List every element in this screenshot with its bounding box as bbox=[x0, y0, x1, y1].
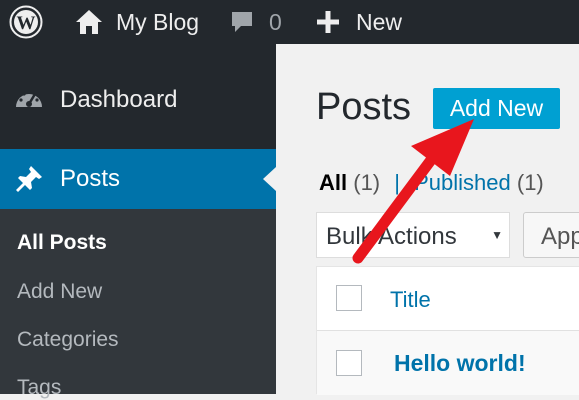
home-icon bbox=[74, 8, 104, 36]
post-title-link[interactable]: Hello world! bbox=[394, 350, 526, 377]
site-name: My Blog bbox=[116, 8, 200, 35]
view-all-count: (1) bbox=[353, 170, 381, 195]
column-title-header[interactable]: Title bbox=[390, 287, 431, 313]
bulk-actions-value: Bulk Actions bbox=[326, 223, 457, 250]
sidebar-item-posts[interactable]: Posts bbox=[0, 149, 276, 209]
post-status-views: All (1) | Published (1) bbox=[319, 170, 544, 196]
posts-table: Title Hello world! bbox=[316, 266, 579, 395]
submenu-item-tags[interactable]: Tags bbox=[17, 376, 61, 400]
pin-icon bbox=[13, 163, 45, 195]
comments-link[interactable]: 0 bbox=[229, 0, 282, 44]
site-name-link[interactable]: My Blog bbox=[74, 0, 199, 44]
plus-icon bbox=[316, 10, 340, 34]
page-title: Posts bbox=[316, 86, 412, 128]
bulk-actions-select[interactable]: Bulk Actions ▼ bbox=[316, 212, 510, 258]
sidebar-item-dashboard[interactable]: Dashboard bbox=[0, 74, 276, 126]
new-content-button[interactable]: New bbox=[316, 0, 402, 44]
wordpress-logo-icon: W bbox=[9, 5, 43, 39]
comments-count: 0 bbox=[269, 8, 282, 35]
admin-bar: W My Blog 0 New bbox=[0, 0, 579, 44]
submenu-item-add-new[interactable]: Add New bbox=[17, 280, 102, 304]
add-new-button[interactable]: Add New bbox=[433, 88, 560, 129]
view-all-link[interactable]: All bbox=[319, 170, 347, 195]
dashboard-icon bbox=[13, 84, 45, 116]
view-published-link[interactable]: Published bbox=[414, 170, 511, 195]
current-menu-pointer bbox=[263, 167, 276, 191]
posts-submenu: All Posts Add New Categories Tags bbox=[0, 209, 276, 399]
row-checkbox[interactable] bbox=[336, 350, 362, 376]
submenu-item-all-posts[interactable]: All Posts bbox=[17, 231, 107, 255]
select-caret-icon: ▼ bbox=[491, 228, 503, 242]
new-label: New bbox=[356, 8, 403, 35]
admin-sidebar: Dashboard Posts All Posts Add New Catego… bbox=[0, 44, 276, 399]
wordpress-logo-button[interactable]: W bbox=[4, 0, 48, 44]
view-separator: | bbox=[394, 170, 400, 195]
select-all-checkbox[interactable] bbox=[336, 285, 362, 311]
sidebar-item-label: Dashboard bbox=[60, 86, 178, 113]
table-row: Hello world! bbox=[317, 331, 579, 395]
sidebar-item-label: Posts bbox=[60, 165, 121, 192]
table-header-row: Title bbox=[317, 267, 579, 331]
submenu-item-categories[interactable]: Categories bbox=[17, 328, 119, 352]
comment-icon bbox=[229, 9, 255, 35]
svg-text:W: W bbox=[17, 13, 36, 34]
apply-label: Apply bbox=[541, 223, 579, 250]
apply-button[interactable]: Apply bbox=[523, 212, 579, 258]
view-published-count: (1) bbox=[516, 170, 544, 195]
main-content: Posts Add New All (1) | Published (1) Bu… bbox=[276, 44, 579, 395]
